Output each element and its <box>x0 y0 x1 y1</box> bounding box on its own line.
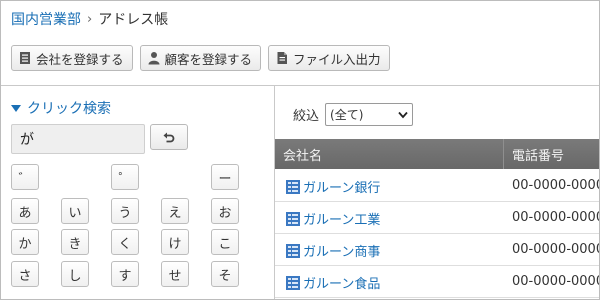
kana-key[interactable]: け <box>161 229 189 255</box>
address-book-icon <box>286 211 300 226</box>
company-link[interactable]: ガルーン食品 <box>285 273 380 292</box>
table-row: ガルーン商事 00-0000-0000 <box>275 235 600 266</box>
register-company-button[interactable]: 会社を登録する <box>11 45 133 71</box>
table-row: ガルーン銀行 00-0000-0000 <box>275 171 600 202</box>
column-header-phone[interactable]: 電話番号 <box>512 139 564 169</box>
company-name: ガルーン銀行 <box>303 181 381 196</box>
undo-icon <box>163 132 175 143</box>
company-link[interactable]: ガルーン商事 <box>285 241 380 260</box>
address-book-icon <box>286 179 300 194</box>
kana-key[interactable]: ー <box>211 164 239 190</box>
toolbar: 会社を登録する 顧客を登録する ファイル入出力 <box>11 45 390 71</box>
address-list-panel: 絞込 (全て) 会社名 電話番号 ガルーン銀行 00-0000-0000 ガルーン工… <box>275 86 600 299</box>
register-customer-button[interactable]: 顧客を登録する <box>139 45 262 71</box>
register-company-label: 会社を登録する <box>36 51 124 67</box>
filter-select[interactable]: (全て) <box>325 103 414 126</box>
kana-search-title: クリック検索 <box>27 101 111 117</box>
phone-number: 00-0000-0000 <box>512 178 600 193</box>
address-book-icon <box>286 275 300 290</box>
filter-selected-value: (全て) <box>330 108 364 122</box>
kana-key[interactable]: ゛ <box>11 164 39 190</box>
kana-key[interactable]: か <box>11 229 39 255</box>
kana-key[interactable]: さ <box>11 261 39 287</box>
app-frame: 国内営業部 › アドレス帳 会社を登録する 顧客を登録する ファイル入出力 クリ… <box>0 0 600 300</box>
table-row: ガルーン工業 00-0000-0000 <box>275 203 600 234</box>
phone-number: 00-0000-0000 <box>512 210 600 225</box>
address-book-icon <box>286 243 300 258</box>
column-separator <box>503 139 504 169</box>
kana-key[interactable]: ゜ <box>111 164 139 190</box>
undo-button[interactable] <box>150 124 188 150</box>
company-link[interactable]: ガルーン工業 <box>285 209 380 228</box>
page-title: アドレス帳 <box>98 12 169 28</box>
kana-key[interactable]: お <box>211 198 239 224</box>
kana-key[interactable]: う <box>111 198 139 224</box>
kana-key[interactable]: あ <box>11 198 39 224</box>
register-customer-label: 顧客を登録する <box>164 51 253 67</box>
kana-key[interactable]: こ <box>211 229 239 255</box>
table-header: 会社名 電話番号 <box>275 139 599 169</box>
company-form-icon <box>20 52 30 64</box>
chevron-down-icon <box>398 111 408 118</box>
kana-key[interactable]: せ <box>161 261 189 287</box>
kana-key[interactable]: き <box>61 229 89 255</box>
kana-key[interactable]: す <box>111 261 139 287</box>
kana-key[interactable]: い <box>61 198 89 224</box>
kana-key[interactable]: え <box>161 198 189 224</box>
file-icon <box>277 52 288 64</box>
breadcrumb-separator: › <box>87 11 93 27</box>
phone-number: 00-0000-0000 <box>512 274 600 289</box>
table-row: ガルーン食品 00-0000-0000 <box>275 267 600 298</box>
kana-search-panel: クリック検索 が ゛ ゜ ーあいうえおかきくけこさしすせそ <box>1 86 274 299</box>
triangle-down-icon <box>11 104 21 112</box>
file-io-button[interactable]: ファイル入出力 <box>268 45 390 71</box>
filter-label: 絞込 <box>293 109 320 124</box>
kana-search-toggle[interactable]: クリック検索 <box>11 98 111 118</box>
filter-bar: 絞込 (全て) <box>293 103 414 126</box>
breadcrumb: 国内営業部 › アドレス帳 <box>11 9 168 29</box>
kana-key[interactable]: く <box>111 229 139 255</box>
company-name: ガルーン商事 <box>303 245 381 260</box>
kana-key[interactable]: そ <box>211 261 239 287</box>
kana-key[interactable]: し <box>61 261 89 287</box>
kana-search-input[interactable]: が <box>11 124 145 154</box>
company-link[interactable]: ガルーン銀行 <box>285 177 380 196</box>
breadcrumb-parent-link[interactable]: 国内営業部 <box>11 9 81 29</box>
file-io-label: ファイル入出力 <box>293 51 381 67</box>
phone-number: 00-0000-0000 <box>512 242 600 257</box>
company-name: ガルーン食品 <box>303 277 381 292</box>
company-name: ガルーン工業 <box>303 213 381 228</box>
column-header-company[interactable]: 会社名 <box>283 139 322 169</box>
person-icon <box>148 52 160 65</box>
